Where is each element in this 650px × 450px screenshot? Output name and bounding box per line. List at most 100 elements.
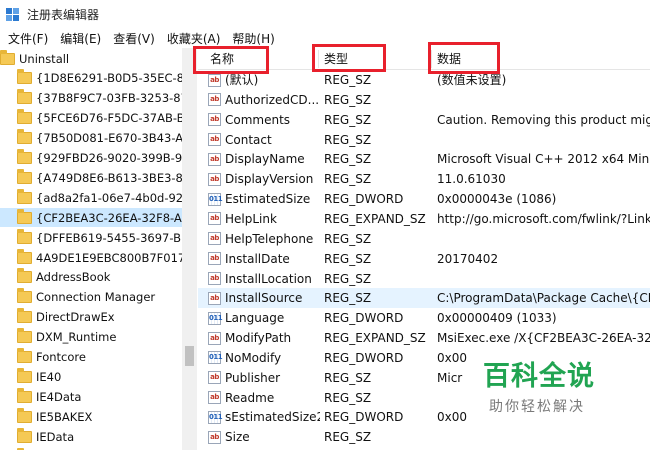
tree-item[interactable]: {5FCE6D76-F5DC-37AB-B2 xyxy=(0,109,182,128)
string-value-icon: ab xyxy=(208,391,221,405)
tree-item-label: {ad8a2fa1-06e7-4b0d-927 xyxy=(36,190,182,205)
tree-item[interactable]: Uninstall xyxy=(0,49,182,68)
tree-scrollbar[interactable] xyxy=(182,48,197,450)
value-name-cell: 011 Language xyxy=(208,308,320,328)
value-row[interactable]: 011 EstimatedSize REG_DWORD 0x0000043e (108… xyxy=(198,189,650,209)
tree-item[interactable]: AddressBook xyxy=(0,268,182,287)
string-value-icon: ab xyxy=(208,371,221,385)
value-data xyxy=(437,130,650,150)
value-row[interactable]: ab Readme REG_SZ xyxy=(198,388,650,408)
value-type: REG_DWORD xyxy=(324,410,404,425)
string-value-icon: ab xyxy=(208,252,221,266)
value-row[interactable]: ab InstallSource REG_SZ C:\ProgramData\Pack… xyxy=(198,288,650,309)
highlight-box-data xyxy=(428,42,500,74)
value-row[interactable]: ab Publisher REG_SZ Micr xyxy=(198,368,650,388)
value-row[interactable]: ab InstallLocation REG_SZ xyxy=(198,269,650,289)
folder-icon xyxy=(17,168,32,184)
menu-favorites[interactable]: 收藏夹(A) xyxy=(161,30,227,47)
value-row[interactable]: ab Comments REG_SZ Caution. Removing this p… xyxy=(198,110,650,130)
menu-file[interactable]: 文件(F) xyxy=(2,30,54,47)
tree-item-label: DXM_Runtime xyxy=(36,330,117,345)
tree-item-label: Fontcore xyxy=(36,350,86,364)
value-type: REG_DWORD xyxy=(324,311,404,326)
tree-item[interactable]: {CF2BEA3C-26EA-32F8-AA9 xyxy=(0,208,182,228)
tree-item[interactable]: {929FBD26-9020-399B-9A7 xyxy=(0,149,182,168)
value-data: 0x00 xyxy=(437,350,468,365)
tree-item[interactable]: {1D8E6291-B0D5-35EC-844 xyxy=(0,69,182,88)
value-type: REG_SZ xyxy=(324,132,372,147)
tree-item-label: Connection Manager xyxy=(36,290,156,305)
tree-item-label: {7B50D081-E670-3B43-A46 xyxy=(36,131,182,146)
tree-item[interactable]: IE5BAKEX xyxy=(0,407,182,426)
tree-item-label: DirectDrawEx xyxy=(36,310,115,325)
value-data xyxy=(437,388,650,408)
value-row[interactable]: ab Size REG_SZ xyxy=(198,427,650,447)
value-name: Readme xyxy=(225,390,275,405)
value-name: Publisher xyxy=(225,370,281,385)
binary-value-icon: 011 xyxy=(208,311,223,325)
tree-item[interactable]: 4A9DE1E9EBC800B7F0173 xyxy=(0,248,182,267)
tree-item[interactable]: IE40 xyxy=(0,367,182,386)
tree-item[interactable]: IEData xyxy=(0,427,182,446)
value-name: InstallSource xyxy=(225,291,303,306)
tree-item[interactable]: IE4Data xyxy=(0,387,182,406)
value-name-cell: ab InstallLocation xyxy=(208,269,320,289)
tree-scrollbar-thumb[interactable] xyxy=(185,346,194,366)
folder-icon xyxy=(17,288,32,304)
menu-help[interactable]: 帮助(H) xyxy=(226,30,280,47)
value-row[interactable]: ab InstallDate REG_SZ 20170402 xyxy=(198,249,650,269)
menu-edit[interactable]: 编辑(E) xyxy=(54,30,107,47)
value-row[interactable]: 011 sEstimatedSize2 REG_DWORD 0x00 xyxy=(198,407,650,427)
value-row[interactable]: ab Contact REG_SZ xyxy=(198,130,650,150)
value-name-cell: ab DisplayName xyxy=(208,149,320,169)
value-row[interactable]: ab HelpLink REG_EXPAND_SZ http://go.microso… xyxy=(198,209,650,229)
value-data xyxy=(437,269,650,289)
tree-item[interactable]: DXM_Runtime xyxy=(0,328,182,347)
value-data: http://go.microsoft.com/fwlink/?LinkId= xyxy=(437,211,650,226)
value-type: REG_EXPAND_SZ xyxy=(324,331,426,346)
string-value-icon: ab xyxy=(208,331,221,345)
value-row[interactable]: ab DisplayName REG_SZ Microsoft Visual C++ … xyxy=(198,149,650,169)
value-row[interactable]: ab ModifyPath REG_EXPAND_SZ MsiExec.exe /X{… xyxy=(198,328,650,348)
value-type: REG_DWORD xyxy=(324,192,404,207)
value-type: REG_SZ xyxy=(324,73,372,87)
value-data: Micr xyxy=(437,370,463,385)
tree-item[interactable]: Connection Manager xyxy=(0,288,182,307)
regedit-window: 注册表编辑器 文件(F) 编辑(E) 查看(V) 收藏夹(A) 帮助(H) Un… xyxy=(0,0,650,450)
value-name: HelpTelephone xyxy=(225,231,314,246)
tree-item[interactable]: {DFFEB619-5455-3697-B14 xyxy=(0,228,182,247)
value-row[interactable]: 011 NoModify REG_DWORD 0x00 xyxy=(198,348,650,368)
folder-icon xyxy=(17,407,32,423)
string-value-icon: ab xyxy=(208,272,221,285)
value-name-cell: ab HelpTelephone xyxy=(208,229,320,249)
folder-icon xyxy=(17,129,32,145)
tree-item-label: {5FCE6D76-F5DC-37AB-B2 xyxy=(36,111,182,126)
string-value-icon: ab xyxy=(208,291,221,305)
tree-item[interactable]: {ad8a2fa1-06e7-4b0d-927 xyxy=(0,188,182,207)
tree-item[interactable]: {37B8F9C7-03FB-3253-878 xyxy=(0,89,182,108)
menu-view[interactable]: 查看(V) xyxy=(107,30,161,47)
tree-item-label: {CF2BEA3C-26EA-32F8-AA9 xyxy=(36,210,182,225)
value-row[interactable]: 011 Language REG_DWORD 0x00000409 (1033) xyxy=(198,308,650,328)
tree-item-label: IE40 xyxy=(36,369,62,384)
tree-item[interactable]: Fontcore xyxy=(0,348,182,367)
string-value-icon: ab xyxy=(208,152,221,166)
value-row[interactable]: ab DisplayVersion REG_SZ 11.0.61030 xyxy=(198,169,650,189)
value-data xyxy=(437,90,650,110)
folder-icon xyxy=(17,348,32,363)
folder-icon xyxy=(17,427,32,443)
value-name-cell: 011 sEstimatedSize2 xyxy=(208,407,320,427)
value-name: AuthorizedCD... xyxy=(225,92,320,107)
value-data: MsiExec.exe /X{CF2BEA3C-26EA-32F8-A xyxy=(437,331,650,346)
string-value-icon: ab xyxy=(208,113,221,127)
tree-item[interactable]: DirectDrawEx xyxy=(0,308,182,327)
value-type: REG_SZ xyxy=(324,291,372,306)
value-row[interactable]: ab HelpTelephone REG_SZ xyxy=(198,229,650,249)
value-row[interactable]: ab AuthorizedCD... REG_SZ xyxy=(198,90,650,110)
tree-item-label: 4A9DE1E9EBC800B7F0173 xyxy=(36,250,182,265)
tree-item-label: {37B8F9C7-03FB-3253-878 xyxy=(36,91,182,106)
tree-item[interactable]: {7B50D081-E670-3B43-A46 xyxy=(0,129,182,148)
folder-icon xyxy=(17,367,32,383)
value-type: REG_DWORD xyxy=(324,350,404,365)
tree-item[interactable]: {A749D8E6-B613-3BE3-8F5 xyxy=(0,168,182,187)
